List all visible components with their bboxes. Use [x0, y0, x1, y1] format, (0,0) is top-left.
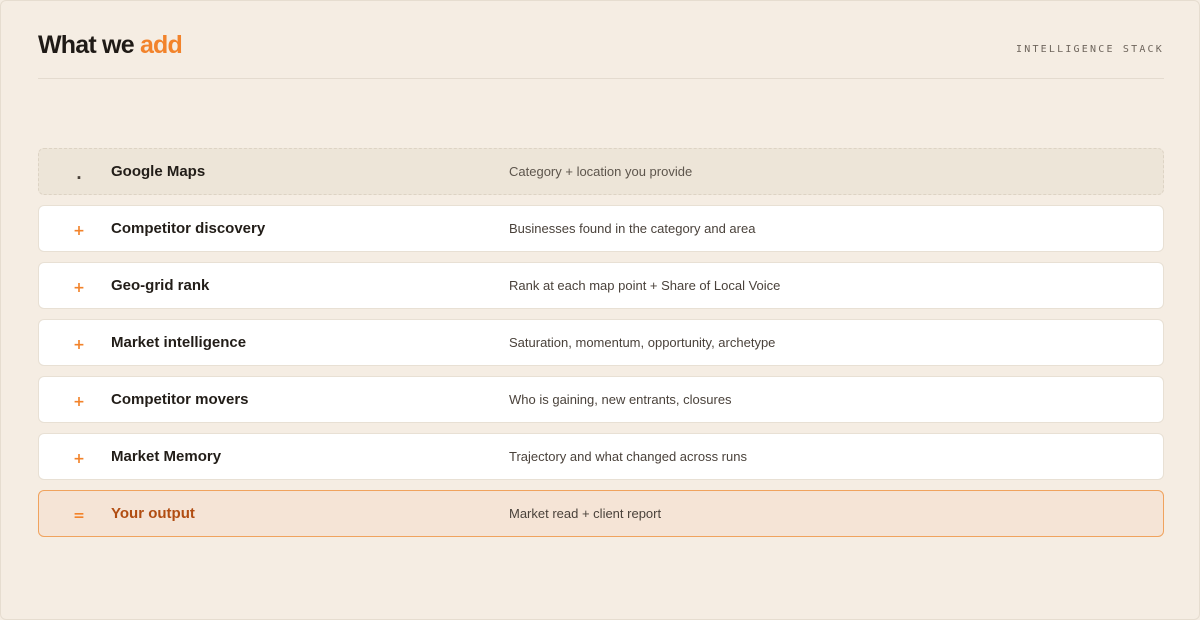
- stack-row-google-maps: . Google Maps Category + location you pr…: [38, 148, 1164, 195]
- section-eyebrow: INTELLIGENCE STACK: [1016, 44, 1164, 55]
- equals-icon: =: [73, 507, 85, 524]
- stack-row-description: Saturation, momentum, opportunity, arche…: [509, 335, 776, 350]
- stack-row-your-output: = Your output Market read + client repor…: [38, 490, 1164, 537]
- stack-row-competitor-discovery: + Competitor discovery Businesses found …: [38, 205, 1164, 252]
- stack-row-name: Your output: [111, 505, 195, 522]
- section-header: What we add INTELLIGENCE STACK: [38, 29, 1164, 79]
- dot-icon: .: [76, 164, 82, 183]
- section-title: What we add: [38, 31, 183, 60]
- stack-row-market-memory: + Market Memory Trajectory and what chan…: [38, 433, 1164, 480]
- stack-row-description: Rank at each map point + Share of Local …: [509, 278, 781, 293]
- stack-row-name: Competitor movers: [111, 391, 249, 408]
- stack-list: . Google Maps Category + location you pr…: [38, 148, 1164, 547]
- stack-row-name: Market Memory: [111, 448, 222, 465]
- stack-row-name: Geo-grid rank: [111, 277, 210, 294]
- stack-row-description: Category + location you provide: [509, 164, 693, 179]
- stack-row-name: Competitor discovery: [111, 220, 266, 237]
- title-accent: add: [139, 31, 183, 59]
- plus-icon: +: [73, 450, 85, 467]
- plus-icon: +: [73, 222, 85, 239]
- plus-icon: +: [73, 336, 85, 353]
- stack-row-description: Who is gaining, new entrants, closures: [509, 392, 732, 407]
- stack-row-name: Google Maps: [111, 163, 206, 180]
- stack-row-description: Market read + client report: [509, 506, 662, 521]
- stack-row-market-intelligence: + Market intelligence Saturation, moment…: [38, 319, 1164, 366]
- title-main: What we: [38, 31, 135, 59]
- stack-row-description: Trajectory and what changed across runs: [509, 449, 747, 464]
- stack-row-name: Market intelligence: [111, 334, 247, 351]
- stack-row-geo-grid-rank: + Geo-grid rank Rank at each map point +…: [38, 262, 1164, 309]
- stack-row-description: Businesses found in the category and are…: [509, 221, 756, 236]
- plus-icon: +: [73, 393, 85, 410]
- stack-row-competitor-movers: + Competitor movers Who is gaining, new …: [38, 376, 1164, 423]
- intelligence-stack-panel: What we add INTELLIGENCE STACK . Google …: [0, 0, 1200, 620]
- plus-icon: +: [73, 279, 85, 296]
